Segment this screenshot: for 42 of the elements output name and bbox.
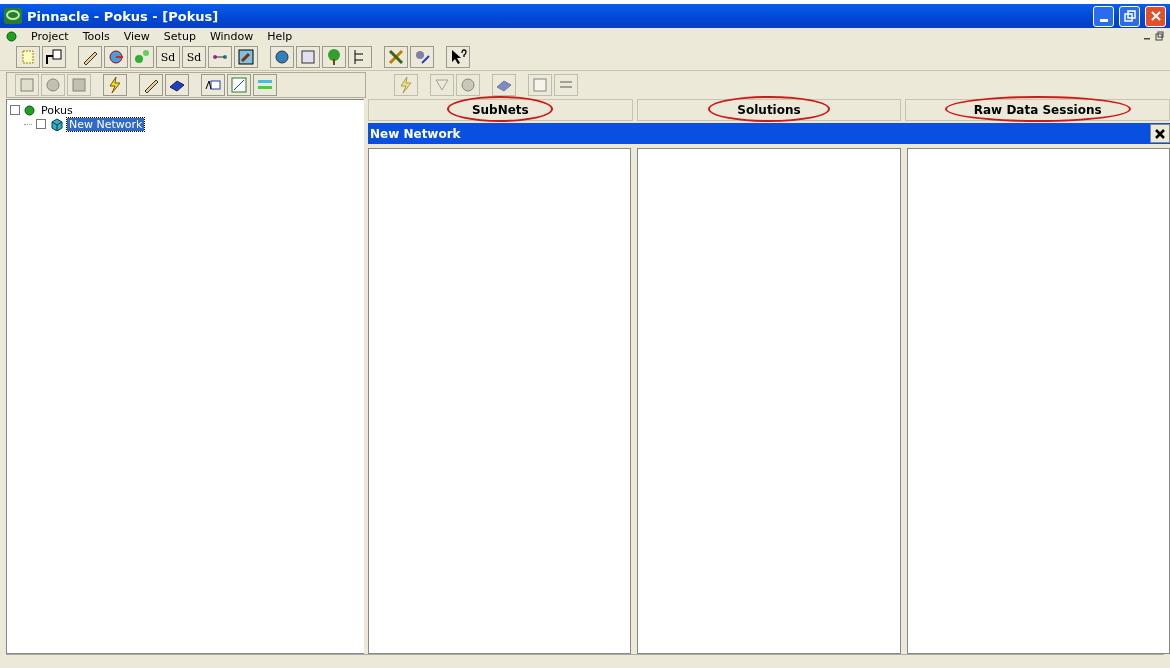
column-tab[interactable]: Solutions	[636, 99, 902, 121]
window-title: Pinnacle - Pokus - [Pokus]	[27, 8, 220, 24]
column-tab[interactable]: SubNets	[368, 99, 633, 121]
menu-item[interactable]: Help	[267, 29, 293, 43]
menu-item[interactable]: View	[123, 29, 150, 43]
app-logo-icon	[4, 8, 22, 24]
pen-icon[interactable]	[139, 74, 163, 96]
image-icon[interactable]	[234, 46, 258, 68]
close-button[interactable]	[1150, 124, 1170, 143]
pen-icon[interactable]	[78, 46, 102, 68]
tools-icon[interactable]	[384, 46, 408, 68]
link-icon[interactable]	[208, 46, 232, 68]
help-pointer-icon[interactable]	[446, 46, 470, 68]
close-icon	[1150, 11, 1161, 21]
tree-icon[interactable]	[322, 46, 346, 68]
minimize-icon	[1099, 18, 1108, 22]
lines-icon[interactable]	[253, 74, 277, 96]
restore-icon[interactable]	[1155, 31, 1164, 41]
restore-button[interactable]	[1119, 5, 1140, 27]
cube-icon	[50, 117, 63, 131]
toolbar-button[interactable]: Sd	[182, 46, 206, 68]
blob-icon[interactable]	[41, 74, 65, 96]
network-title: New Network	[370, 126, 462, 141]
menu-item[interactable]: Project	[31, 29, 69, 43]
menu-item[interactable]: Setup	[163, 29, 196, 43]
close-icon	[1154, 127, 1166, 140]
toolbar-button[interactable]: Sd	[156, 46, 180, 68]
export-icon[interactable]	[42, 46, 66, 68]
hierarchy-icon[interactable]	[348, 46, 372, 68]
restore-icon	[1123, 10, 1136, 22]
tree-item[interactable]: Pokus	[39, 103, 75, 117]
tree-checkbox[interactable]	[10, 105, 20, 115]
nodes-icon[interactable]	[130, 46, 154, 68]
tree-checkbox[interactable]	[36, 119, 46, 129]
project-icon	[6, 30, 17, 42]
project-icon	[24, 104, 35, 116]
tree-item[interactable]: New Network	[67, 117, 145, 131]
minimize-button[interactable]	[1093, 5, 1114, 27]
menu-item[interactable]: Tools	[82, 29, 110, 43]
column-tab[interactable]: Raw Data Sessions	[905, 99, 1170, 121]
lightning-icon[interactable]	[103, 74, 127, 96]
menu-item[interactable]: Window	[209, 29, 254, 43]
